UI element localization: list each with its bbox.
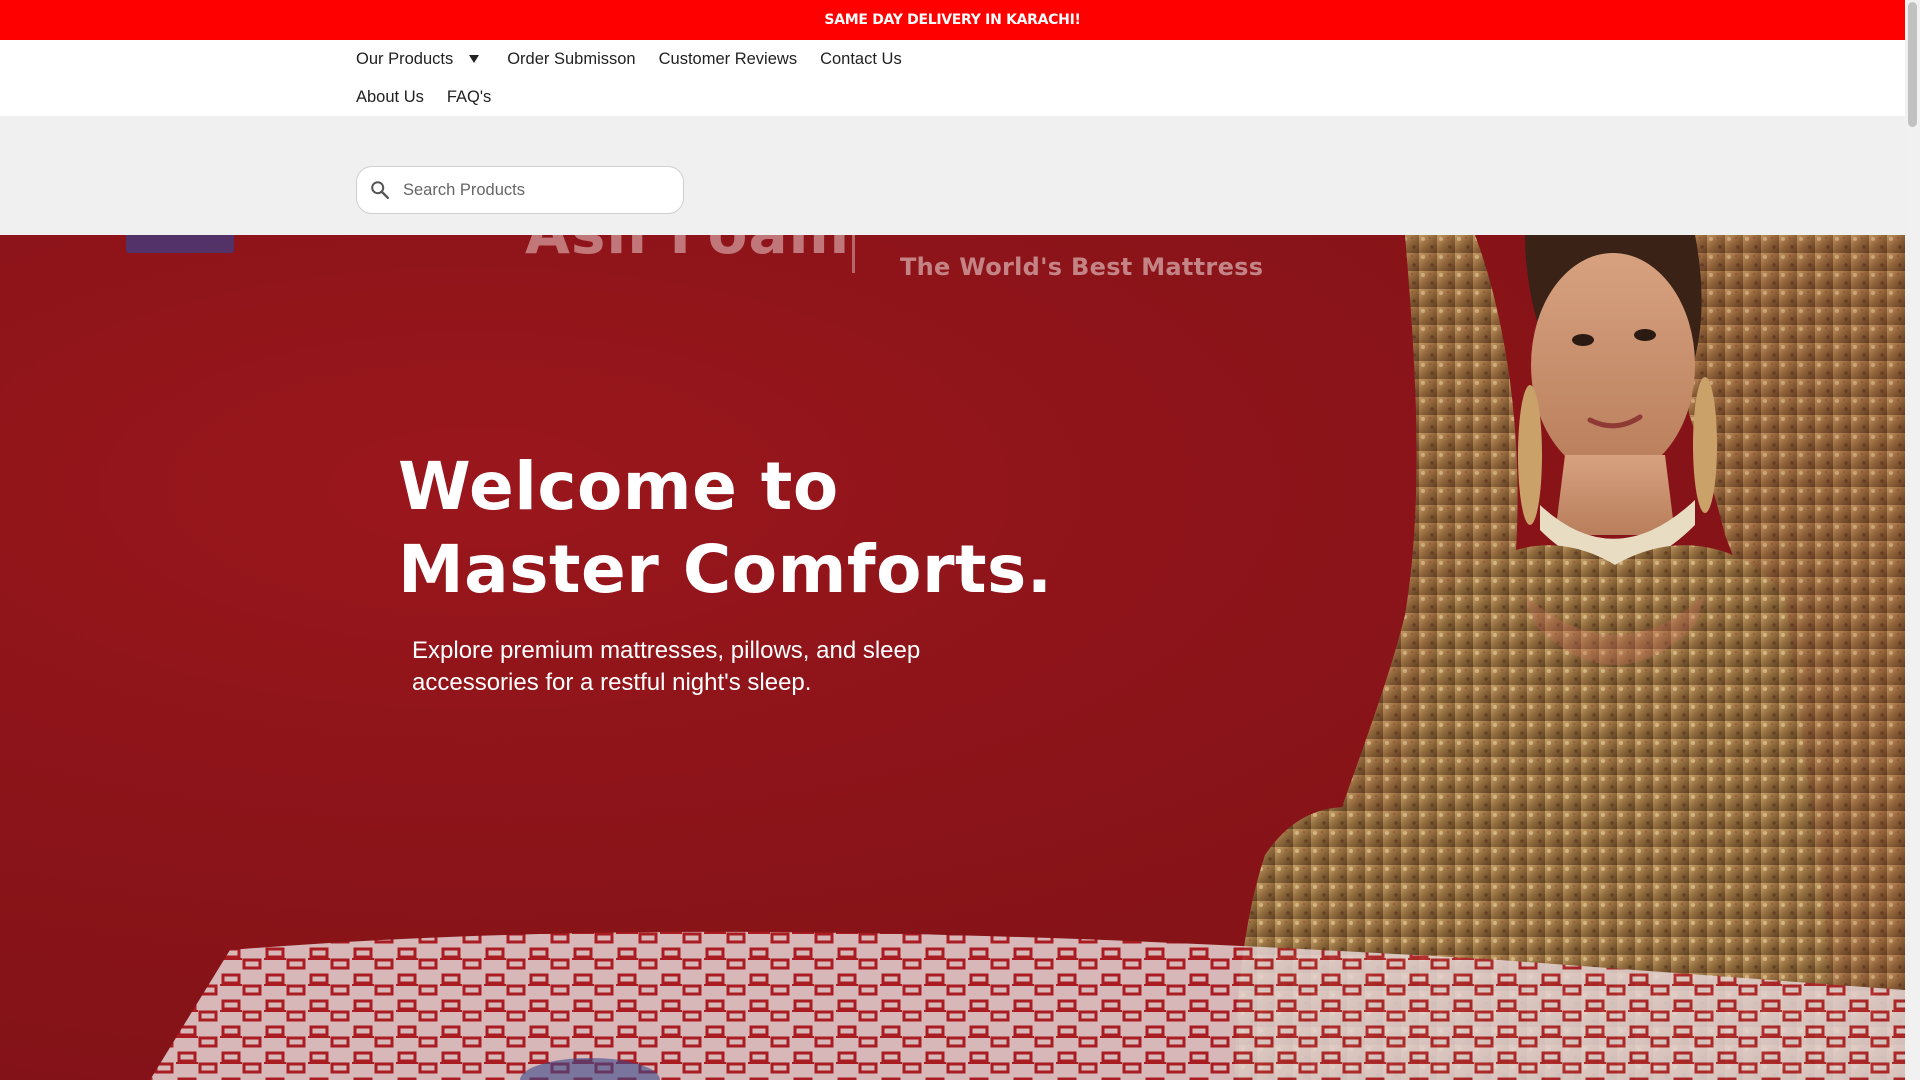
scrollbar-thumb[interactable] [1908,2,1917,127]
nav-item-our-products[interactable]: Our Products [356,50,484,69]
brand-badge [126,235,234,253]
announcement-text: SAME DAY DELIVERY IN KARACHI! [824,12,1081,28]
nav-item-faqs[interactable]: FAQ's [447,88,491,107]
nav-item-label: Contact Us [820,49,902,68]
nav-item-contact-us[interactable]: Contact Us [820,50,902,69]
hero-banner: Asli Foam The World's Best Mattress [0,235,1905,1080]
nav-item-label: About Us [356,87,424,106]
nav-item-customer-reviews[interactable]: Customer Reviews [659,50,797,69]
hero-subtitle: Explore premium mattresses, pillows, and… [412,637,921,696]
search-box[interactable] [356,166,684,214]
nav-item-label: Our Products [356,49,454,68]
banner-brand-text: Asli Foam [525,235,850,267]
nav-item-label: FAQ's [446,87,492,106]
nav-row-primary: Our Products Order Submisson Customer Re… [356,40,1905,78]
main-nav: Our Products Order Submisson Customer Re… [0,40,1905,116]
nav-item-label: Order Submisson [507,49,636,68]
nav-item-order-submission[interactable]: Order Submisson [507,50,635,69]
page: SAME DAY DELIVERY IN KARACHI! Our Produc… [0,0,1905,1080]
nav-row-secondary: About Us FAQ's [356,78,1905,116]
nav-item-label: Customer Reviews [658,49,798,68]
announcement-bar: SAME DAY DELIVERY IN KARACHI! [0,0,1905,40]
search-band [0,116,1905,235]
banner-divider [852,235,855,273]
page-scrollbar[interactable] [1905,0,1920,1080]
caret-down-icon[interactable] [469,55,480,63]
hero-title: Welcome to Master Comforts. [398,448,1053,608]
nav-item-about-us[interactable]: About Us [356,88,424,107]
search-input[interactable] [401,179,661,201]
mattress-pattern-image [150,931,1905,1080]
search-icon [367,177,393,203]
